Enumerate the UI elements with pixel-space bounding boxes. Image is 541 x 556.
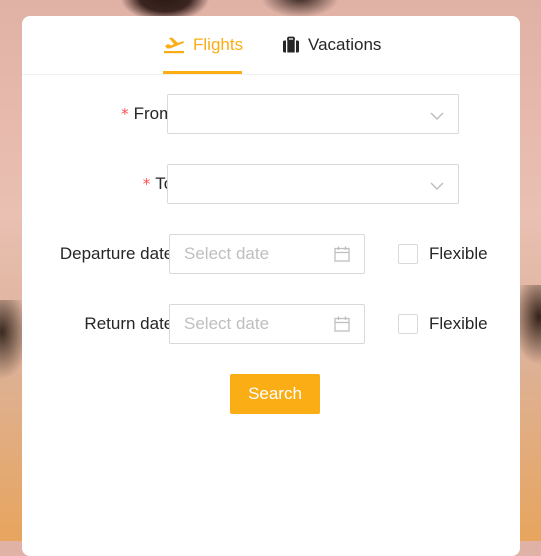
date-placeholder: Select date — [184, 244, 270, 263]
return-row: Return date: Select date Flexible — [22, 304, 520, 344]
departure-date-picker[interactable]: Select date — [169, 234, 365, 274]
required-mark: * — [121, 105, 129, 123]
calendar-icon — [334, 246, 350, 267]
tab-flights[interactable]: Flights — [163, 35, 243, 73]
required-mark: * — [142, 175, 151, 193]
return-label: Return date: — [84, 314, 180, 333]
from-select[interactable] — [167, 94, 459, 134]
chevron-down-icon — [430, 178, 444, 196]
tab-bar: Flights Vacations — [22, 16, 520, 75]
to-select[interactable] — [167, 164, 459, 204]
tab-vacations[interactable]: Vacations — [282, 35, 381, 73]
chevron-down-icon — [430, 108, 444, 126]
flexible-label[interactable]: Flexible — [429, 234, 488, 274]
suitcase-icon — [282, 35, 300, 59]
date-placeholder: Select date — [184, 314, 270, 333]
return-flexible-checkbox[interactable] — [398, 314, 418, 334]
tab-label: Vacations — [308, 35, 382, 54]
search-card: Flights Vacations *From: *To: — [22, 16, 520, 556]
departure-row: Departure date: Select date Flexible — [22, 234, 520, 274]
to-row: *To: — [22, 164, 520, 204]
flexible-label[interactable]: Flexible — [429, 304, 488, 344]
search-button[interactable]: Search — [230, 374, 320, 414]
airplane-icon — [163, 35, 185, 59]
from-row: *From: — [22, 94, 520, 134]
departure-label: Departure date: — [59, 244, 180, 263]
active-tab-indicator — [163, 71, 242, 74]
return-date-picker[interactable]: Select date — [169, 304, 365, 344]
calendar-icon — [334, 316, 350, 337]
departure-flexible-checkbox[interactable] — [398, 244, 418, 264]
tab-label: Flights — [193, 35, 244, 54]
